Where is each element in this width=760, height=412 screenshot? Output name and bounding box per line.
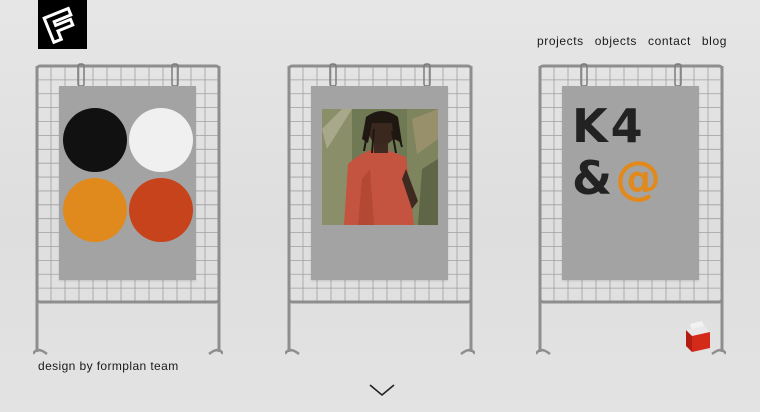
poster-text-at: @ xyxy=(615,151,665,205)
nav-objects[interactable]: objects xyxy=(595,34,637,48)
display-stand-1[interactable] xyxy=(33,62,223,362)
formplan-logo[interactable] xyxy=(38,0,87,49)
poster-typography: K4 &@ xyxy=(562,86,699,280)
red-box-object xyxy=(686,321,710,352)
poster-text-k4: K4 xyxy=(572,99,646,153)
poster-text-ampersand: & xyxy=(572,151,616,205)
main-nav: projects objects contact blog xyxy=(537,34,727,48)
orange-circle xyxy=(63,178,127,242)
display-stand-3[interactable]: K4 &@ xyxy=(536,62,726,362)
black-circle xyxy=(63,108,127,172)
poster-type: K4 &@ xyxy=(572,100,697,204)
portrait-photo xyxy=(322,109,438,225)
red-circle xyxy=(129,178,193,242)
nav-projects[interactable]: projects xyxy=(537,34,584,48)
chevron-down-icon[interactable] xyxy=(368,383,396,397)
poster-portrait xyxy=(311,86,448,280)
white-circle xyxy=(129,108,193,172)
formplan-logo-icon xyxy=(42,6,75,45)
poster-color-circles xyxy=(59,86,196,280)
design-credit: design by formplan team xyxy=(38,359,179,373)
nav-contact[interactable]: contact xyxy=(648,34,691,48)
nav-blog[interactable]: blog xyxy=(702,34,727,48)
display-stand-2[interactable] xyxy=(285,62,475,362)
